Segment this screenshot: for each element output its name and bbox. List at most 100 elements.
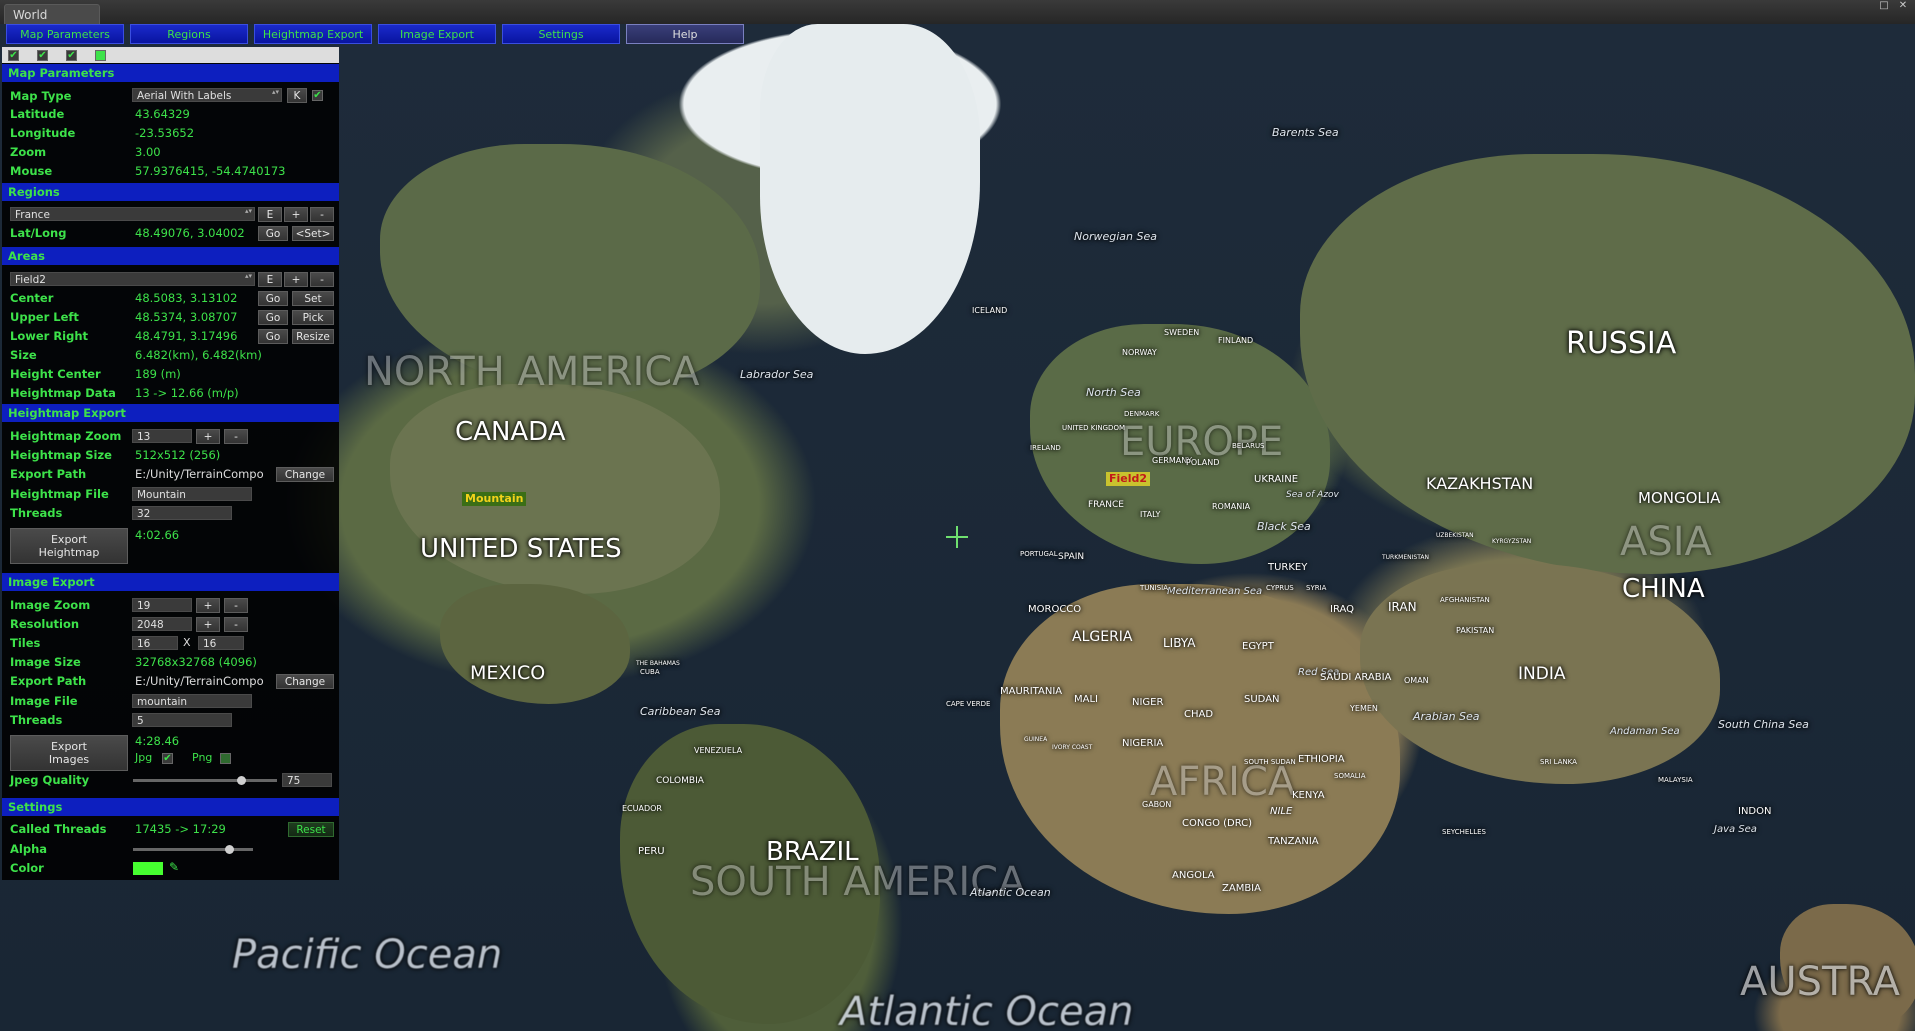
image-threads-label: Threads <box>10 713 63 727</box>
country-label: NIGERIA <box>1122 738 1164 749</box>
image-threads-input[interactable]: 5 <box>132 713 232 727</box>
pencil-icon[interactable]: ✎ <box>169 861 179 874</box>
country-label: SAUDI ARABIA <box>1320 672 1392 683</box>
export-heightmap-label-line2: Heightmap <box>38 546 100 559</box>
heightmap-zoom-minus-button[interactable]: - <box>224 429 248 444</box>
country-label: ECUADOR <box>622 804 662 813</box>
resize-button[interactable]: Resize <box>292 329 334 344</box>
close-icon[interactable]: ✕ <box>1896 1 1910 11</box>
heightmap-change-path-button[interactable]: Change <box>276 467 334 482</box>
image-zoom-plus-button[interactable]: + <box>196 598 220 613</box>
resolution-input[interactable]: 2048 <box>132 617 192 631</box>
heightmap-data-value: 13 -> 12.66 (m/p) <box>135 386 239 400</box>
country-label: SYRIA <box>1306 584 1327 592</box>
country-label: SOUTH SUDAN <box>1244 758 1296 766</box>
heightmap-file-input[interactable]: Mountain <box>132 487 252 501</box>
pick-button[interactable]: Pick <box>292 310 334 325</box>
image-zoom-minus-button[interactable]: - <box>224 598 248 613</box>
tab-image-export[interactable]: Image Export <box>378 24 496 44</box>
alpha-slider-handle[interactable] <box>225 845 234 854</box>
region-select[interactable]: France <box>10 207 255 221</box>
country-label: PERU <box>638 846 665 857</box>
region-edit-button[interactable]: E <box>258 207 282 222</box>
area-marker-field2[interactable]: Field2 <box>1106 472 1151 486</box>
toggle-checkbox[interactable]: ✔ <box>37 50 48 61</box>
png-checkbox[interactable] <box>220 753 231 764</box>
toggle-row <box>2 47 339 63</box>
map-type-label: Map Type <box>10 89 72 103</box>
jpeg-quality-input[interactable]: 75 <box>282 773 332 787</box>
area-marker-mountain[interactable]: Mountain <box>462 492 527 506</box>
k-button[interactable]: K <box>287 88 307 103</box>
toggle-checkbox[interactable]: ✔ <box>8 50 19 61</box>
image-file-input[interactable]: mountain <box>132 694 252 708</box>
image-file-label: Image File <box>10 694 78 708</box>
heightmap-zoom-input[interactable]: 13 <box>132 429 192 443</box>
area-select[interactable]: Field2 <box>10 272 255 286</box>
sea-label: Sea of Azov <box>1286 490 1339 500</box>
export-heightmap-button[interactable]: Export Heightmap <box>10 528 128 564</box>
country-label: CYPRUS <box>1266 584 1294 592</box>
heightmap-file-label: Heightmap File <box>10 487 109 501</box>
sea-label: Arabian Sea <box>1413 710 1480 723</box>
longitude-value: -23.53652 <box>135 126 195 140</box>
tiles-y-input[interactable]: 16 <box>198 636 244 650</box>
resolution-plus-button[interactable]: + <box>196 617 220 632</box>
country-label: FINLAND <box>1218 336 1254 345</box>
country-label: OMAN <box>1404 676 1429 685</box>
upper-left-value: 48.5374, 3.08707 <box>135 310 238 324</box>
heightmap-zoom-plus-button[interactable]: + <box>196 429 220 444</box>
tab-regions[interactable]: Regions <box>130 24 248 44</box>
map-type-select[interactable]: Aerial With Labels <box>132 88 282 102</box>
color-swatch[interactable] <box>133 862 163 875</box>
area-edit-button[interactable]: E <box>258 272 282 287</box>
region-set-button[interactable]: <Set> <box>292 226 334 241</box>
toggle-checkbox[interactable]: ✔ <box>66 50 77 61</box>
region-remove-button[interactable]: - <box>310 207 334 222</box>
mouse-label: Mouse <box>10 164 53 178</box>
country-label: TANZANIA <box>1268 836 1319 847</box>
tab-settings[interactable]: Settings <box>502 24 620 44</box>
window-tab[interactable]: World <box>4 4 100 24</box>
image-export-time: 4:28.46 <box>135 734 180 748</box>
country-label: NIGER <box>1132 697 1164 708</box>
image-zoom-input[interactable]: 19 <box>132 598 192 612</box>
map-type-checkbox[interactable]: ✔ <box>312 90 323 101</box>
country-label: UNITED STATES <box>420 534 622 564</box>
upper-left-go-button[interactable]: Go <box>258 310 288 325</box>
country-label: YEMEN <box>1350 704 1378 713</box>
jpeg-quality-slider[interactable] <box>133 776 277 785</box>
toggle-checkbox[interactable] <box>95 50 106 61</box>
center-go-button[interactable]: Go <box>258 291 288 306</box>
jpg-checkbox[interactable]: ✔ <box>162 753 173 764</box>
tiles-x-input[interactable]: 16 <box>132 636 178 650</box>
jpeg-quality-slider-handle[interactable] <box>237 776 246 785</box>
section-header-map-parameters: Map Parameters <box>2 64 339 82</box>
country-label: VENEZUELA <box>694 746 743 755</box>
upper-left-label: Upper Left <box>10 310 79 324</box>
center-set-button[interactable]: Set <box>292 291 334 306</box>
tab-help[interactable]: Help <box>626 24 744 44</box>
region-add-button[interactable]: + <box>284 207 308 222</box>
image-change-path-button[interactable]: Change <box>276 674 334 689</box>
country-label: THE BAHAMAS <box>636 660 680 667</box>
tab-heightmap-export[interactable]: Heightmap Export <box>254 24 372 44</box>
reset-button[interactable]: Reset <box>288 822 334 837</box>
export-images-button[interactable]: Export Images <box>10 735 128 771</box>
zoom-value: 3.00 <box>135 145 161 159</box>
lower-right-go-button[interactable]: Go <box>258 329 288 344</box>
alpha-slider[interactable] <box>133 845 253 854</box>
resolution-minus-button[interactable]: - <box>224 617 248 632</box>
region-go-button[interactable]: Go <box>258 226 288 241</box>
tab-map-parameters[interactable]: Map Parameters <box>6 24 124 44</box>
country-label: UKRAINE <box>1254 474 1299 485</box>
area-remove-button[interactable]: - <box>310 272 334 287</box>
area-add-button[interactable]: + <box>284 272 308 287</box>
heightmap-threads-input[interactable]: 32 <box>132 506 232 520</box>
country-label: TURKEY <box>1268 562 1308 573</box>
country-label: DENMARK <box>1124 410 1160 418</box>
maximize-icon[interactable]: □ <box>1877 1 1891 11</box>
country-label: LIBYA <box>1163 636 1196 650</box>
longitude-label: Longitude <box>10 126 76 140</box>
country-label: PAKISTAN <box>1456 626 1495 635</box>
